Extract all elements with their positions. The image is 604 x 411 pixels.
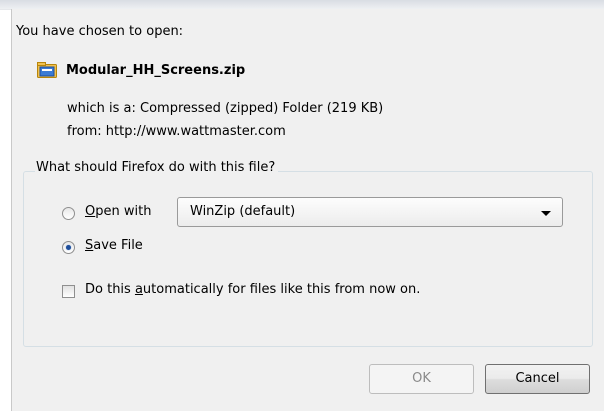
cancel-button[interactable]: Cancel: [485, 364, 590, 394]
action-group-legend: What should Firefox do with this file?: [35, 160, 279, 175]
open-with-radio[interactable]: [62, 207, 75, 220]
zip-folder-icon: [37, 62, 57, 78]
application-select[interactable]: WinZip (default): [177, 197, 563, 227]
file-type-row: which is a: Compressed (zipped) Folder (…: [67, 101, 383, 116]
file-source-value: http://www.wattmaster.com: [105, 124, 286, 139]
chevron-down-icon[interactable]: [541, 211, 551, 216]
auto-action-label[interactable]: Do this automatically for files like thi…: [85, 282, 420, 297]
file-name: Modular_HH_Screens.zip: [66, 63, 246, 78]
application-select-value: WinZip (default): [190, 204, 296, 219]
save-file-radio[interactable]: [62, 241, 75, 254]
file-source-label: from:: [67, 124, 102, 139]
dialog-heading: You have chosen to open:: [16, 24, 184, 39]
ok-button[interactable]: OK: [369, 364, 474, 394]
auto-action-checkbox[interactable]: [62, 285, 75, 298]
file-type-label: which is a:: [67, 101, 136, 116]
file-type-value: Compressed (zipped) Folder (219 KB): [140, 101, 384, 116]
open-with-label[interactable]: Open with: [85, 204, 151, 219]
file-source-row: from: http://www.wattmaster.com: [67, 124, 286, 139]
save-file-label[interactable]: Save File: [85, 238, 143, 253]
